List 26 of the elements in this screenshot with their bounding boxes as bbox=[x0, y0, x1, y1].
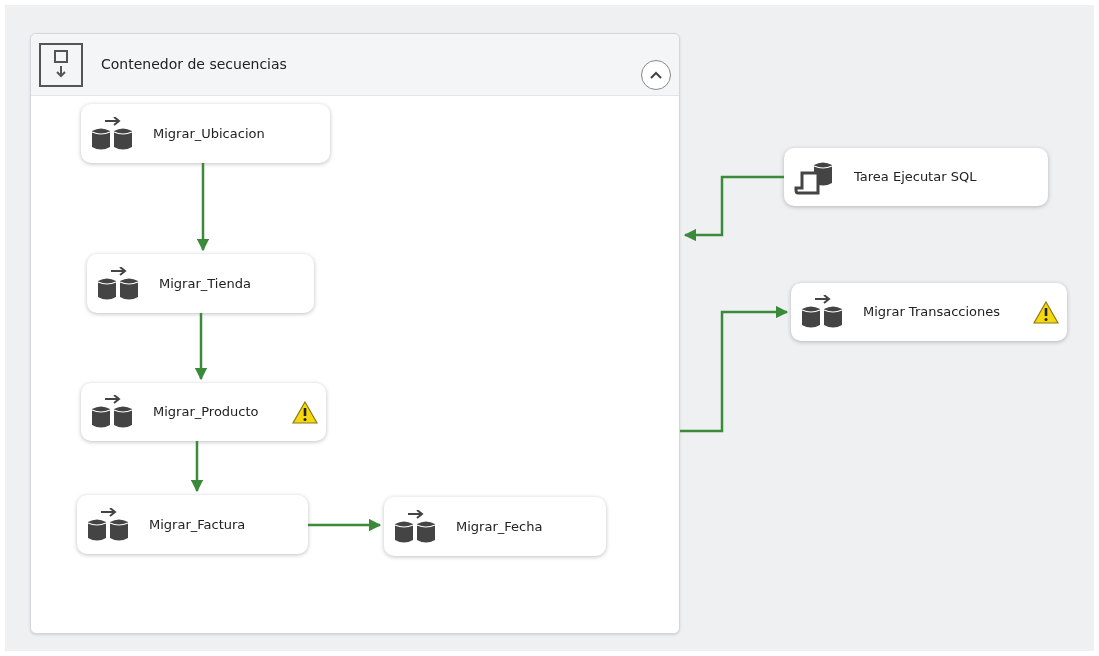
task-label: Migrar_Ubicacion bbox=[153, 124, 265, 143]
database-transfer-icon bbox=[97, 266, 141, 301]
database-transfer-icon bbox=[87, 507, 131, 542]
task-label: Migrar_Factura bbox=[149, 515, 246, 534]
database-transfer-icon bbox=[394, 509, 438, 544]
data-flow-task-node[interactable]: Migrar_Producto bbox=[81, 383, 326, 441]
task-label: Migrar_Fecha bbox=[456, 517, 543, 536]
chevron-icon bbox=[649, 69, 663, 80]
data-flow-task-node[interactable]: Migrar_Factura bbox=[77, 495, 308, 554]
container-title: Contenedor de secuencias bbox=[101, 55, 287, 74]
database-transfer-icon bbox=[91, 395, 135, 429]
data-flow-task-node[interactable]: Migrar_Fecha bbox=[384, 497, 606, 556]
warning-icon bbox=[292, 400, 318, 424]
task-label: Migrar Transacciones bbox=[863, 303, 1001, 322]
task-label: Migrar_Tienda bbox=[159, 274, 251, 293]
sequence-container-icon bbox=[39, 42, 83, 87]
data-flow-task-node[interactable]: Migrar_Ubicacion bbox=[81, 104, 330, 163]
warning-icon bbox=[1033, 300, 1059, 324]
database-transfer-icon bbox=[801, 295, 845, 329]
data-flow-task-node[interactable]: Migrar Transacciones bbox=[791, 283, 1067, 341]
collapse-button[interactable] bbox=[641, 59, 671, 90]
task-label: Migrar_Producto bbox=[153, 403, 259, 422]
data-flow-task-node[interactable]: Migrar_Tienda bbox=[87, 254, 314, 313]
database-transfer-icon bbox=[91, 116, 135, 151]
sql-task-node[interactable]: Tarea Ejecutar SQL bbox=[784, 148, 1048, 206]
task-label: Tarea Ejecutar SQL bbox=[854, 168, 977, 187]
